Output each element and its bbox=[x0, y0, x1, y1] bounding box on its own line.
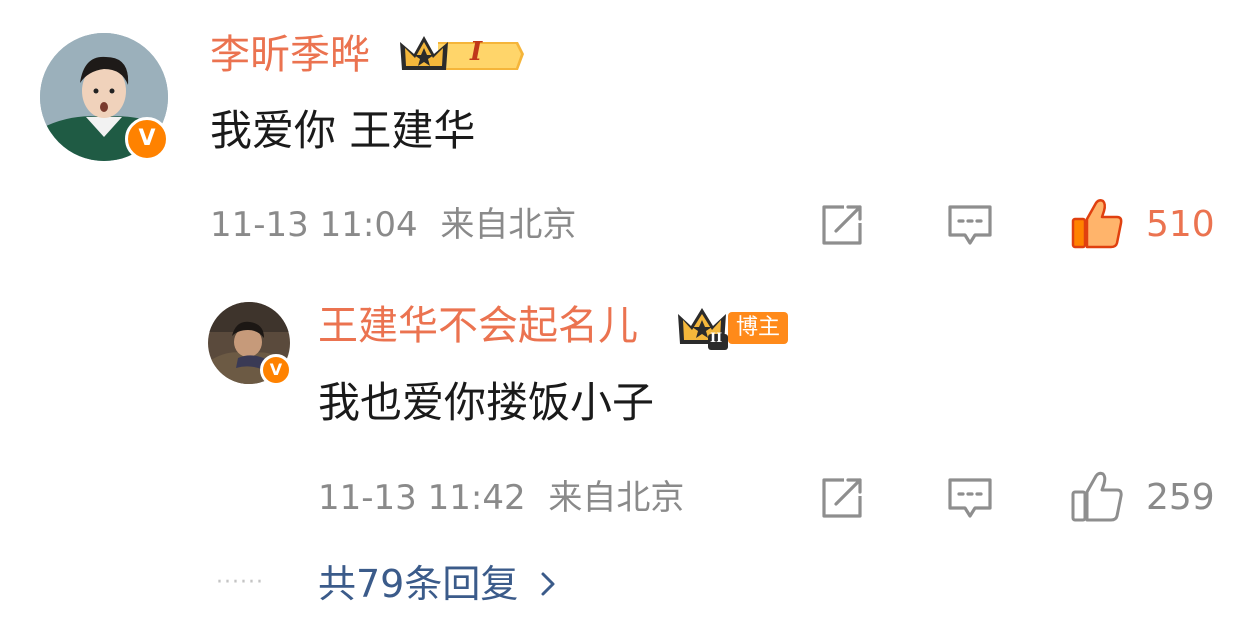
reply-vip-level: II bbox=[710, 331, 723, 346]
reply-like-button[interactable] bbox=[1068, 470, 1126, 524]
comment-username[interactable]: 李昕季晔 bbox=[210, 32, 370, 78]
more-replies-dots: ······ bbox=[216, 570, 264, 595]
author-badge: 博主 bbox=[728, 312, 789, 344]
more-replies-link[interactable]: 共79条回复 bbox=[318, 562, 560, 606]
comment-text[interactable]: 我爱你 王建华 bbox=[210, 106, 475, 156]
comment-icon bbox=[948, 205, 992, 245]
like-button[interactable] bbox=[1068, 197, 1126, 251]
crown-icon bbox=[400, 36, 524, 70]
comment-location: 来自北京 bbox=[440, 205, 577, 245]
comment-time: 11-13 11:04 bbox=[210, 205, 418, 245]
chevron-right-icon bbox=[541, 572, 555, 596]
comment-meta: 11-13 11:04 来自北京 bbox=[210, 205, 576, 245]
like-icon bbox=[1071, 199, 1123, 249]
verified-badge: V bbox=[125, 117, 169, 161]
reply-comment-button[interactable] bbox=[944, 474, 996, 522]
reply-time: 11-13 11:42 bbox=[318, 478, 526, 518]
reply-verified-badge: V bbox=[260, 354, 292, 386]
comment-button[interactable] bbox=[944, 201, 996, 249]
like-count: 510 bbox=[1146, 204, 1215, 245]
comment-icon bbox=[948, 478, 992, 518]
more-replies-label: 共79条回复 bbox=[318, 562, 519, 606]
share-icon bbox=[822, 478, 862, 518]
reply-share-button[interactable] bbox=[816, 474, 868, 522]
reply-text[interactable]: 我也爱你搂饭小子 bbox=[318, 378, 654, 428]
vip-crown-badge[interactable]: I bbox=[398, 30, 524, 78]
reply-username[interactable]: 王建华不会起名儿 bbox=[318, 303, 638, 349]
share-icon bbox=[822, 205, 862, 245]
reply-meta: 11-13 11:42 来自北京 bbox=[318, 478, 684, 518]
like-icon bbox=[1071, 471, 1123, 522]
share-button[interactable] bbox=[816, 201, 868, 249]
vip-level: I bbox=[470, 37, 483, 67]
reply-location: 来自北京 bbox=[548, 478, 685, 518]
reply-vip-crown-badge[interactable]: II bbox=[676, 304, 730, 350]
reply-like-count: 259 bbox=[1146, 477, 1215, 518]
